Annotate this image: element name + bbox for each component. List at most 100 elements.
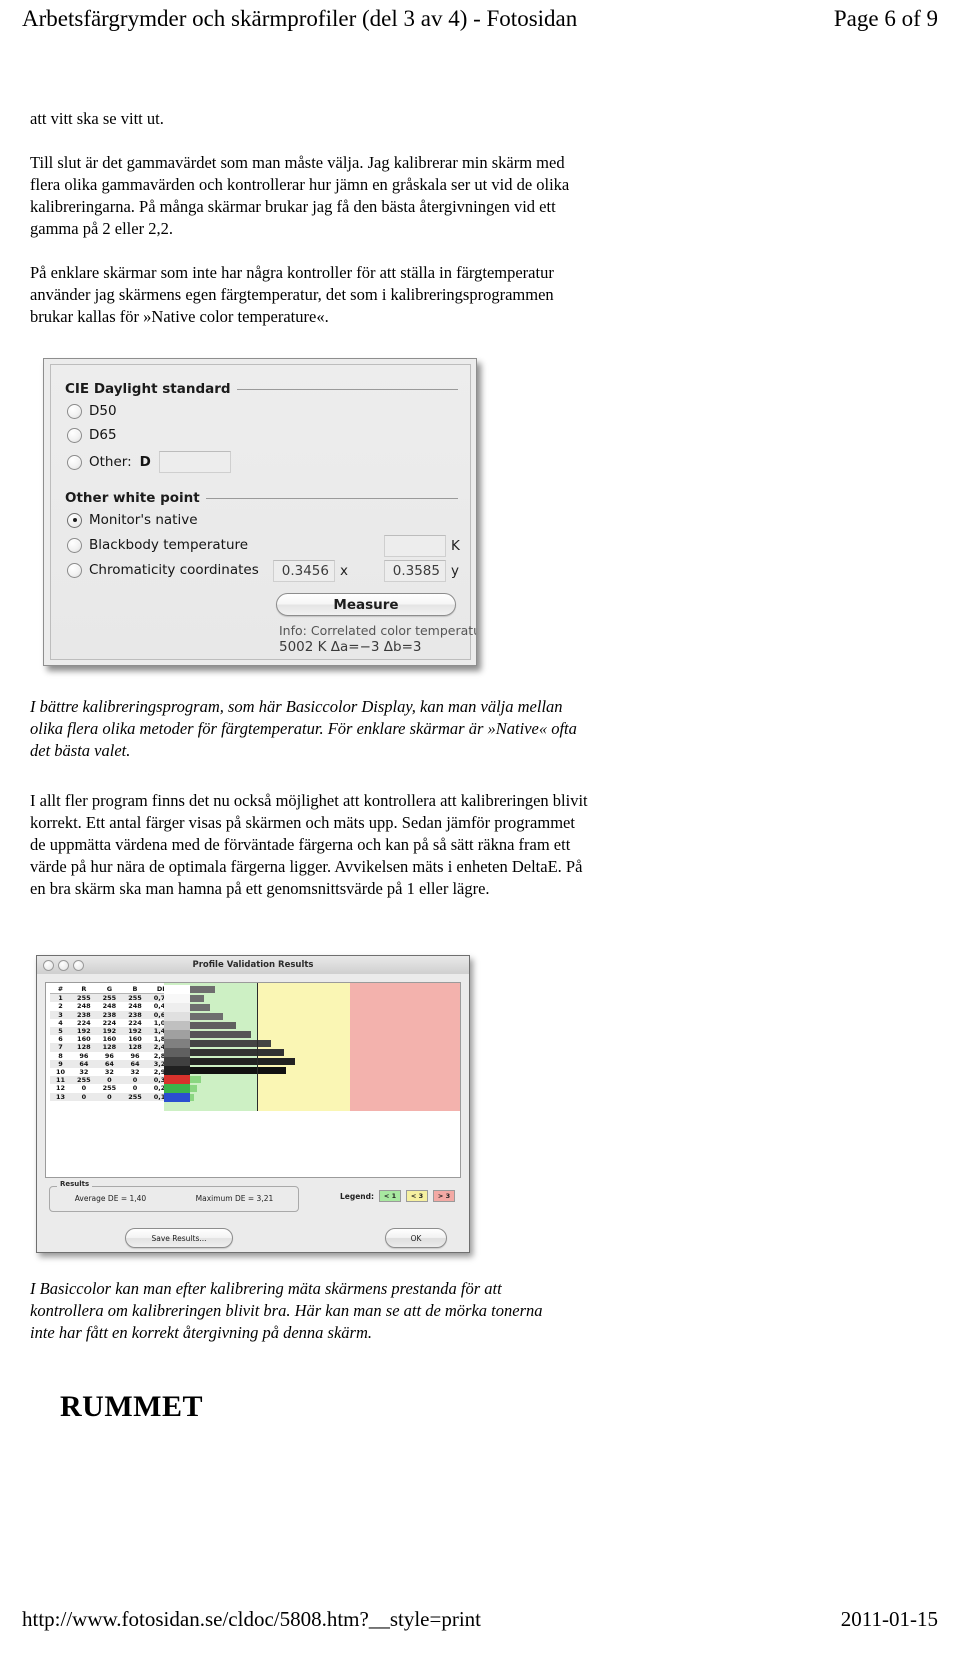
patch-6 (164, 1030, 190, 1039)
page-header: Arbetsfärgrymder och skärmprofiler (del … (0, 0, 960, 56)
legend-chip-under-1: < 1 (379, 1190, 401, 1202)
other-daylight-input[interactable] (158, 451, 231, 473)
patch-12 (164, 1084, 190, 1093)
validation-table: # R G B DE 1 255 255 255 0,76 2 248 248 248 0,42… (50, 985, 176, 1101)
window-titlebar[interactable]: Profile Validation Results (37, 956, 469, 975)
bar-5 (190, 1022, 236, 1029)
measure-button[interactable]: Measure (276, 593, 456, 616)
table-row: 12 0 255 0 0,21 (56, 1084, 170, 1093)
chromaticity-x-input[interactable]: 0.3456 (273, 560, 335, 582)
screenshot-basiccolor-whitepoint: CIE Daylight standard D50 D65 Other: D O… (43, 358, 477, 666)
group-rule (236, 388, 458, 390)
group-cie-daylight-label: CIE Daylight standard (65, 381, 231, 397)
table-row: 13 0 0 255 0,11 (50, 1092, 176, 1101)
radio-icon-d65[interactable] (67, 427, 82, 443)
other-prefix-label: D (139, 454, 151, 470)
band-yellow (257, 983, 350, 1111)
window-title: Profile Validation Results (192, 960, 314, 970)
bar-3 (190, 1004, 210, 1011)
patch-1 (164, 985, 190, 994)
patch-5 (164, 1021, 190, 1030)
radio-icon-other[interactable] (67, 454, 82, 470)
bar-7 (190, 1040, 271, 1047)
printed-page: Arbetsfärgrymder och skärmprofiler (del … (0, 0, 960, 1654)
bar-13 (190, 1094, 194, 1101)
dialog-body: CIE Daylight standard D50 D65 Other: D O… (50, 364, 476, 660)
group-cie-daylight: CIE Daylight standard (65, 381, 458, 397)
radio-row-d50[interactable]: D50 (67, 403, 117, 419)
figure-profile-validation: Profile Validation Results # R G B DE 1 … (36, 955, 476, 1260)
radio-icon-monitors-native[interactable] (67, 512, 82, 528)
blackbody-temperature-input[interactable] (384, 535, 446, 557)
col-g: G (96, 985, 123, 995)
radio-row-blackbody[interactable]: Blackbody temperature (67, 537, 248, 553)
radio-row-other[interactable]: Other: D (67, 451, 231, 473)
patch-7 (164, 1039, 190, 1048)
patch-8 (164, 1048, 190, 1057)
table-row: 1 255 255 255 0,76 (50, 993, 176, 1003)
table-row: 3 238 238 238 0,61 (50, 1010, 176, 1019)
paragraph-3: På enklare skärmar som inte har några ko… (30, 262, 554, 326)
bar-2 (190, 995, 204, 1002)
results-values: Average DE = 1,40 Maximum DE = 3,21 (50, 1194, 298, 1203)
ok-button[interactable]: OK (385, 1228, 447, 1248)
chromaticity-y-wrap: 0.3585 y (384, 560, 459, 582)
header-document-title: Arbetsfärgrymder och skärmprofiler (del … (22, 6, 578, 31)
table-row: 5 192 192 192 1,41 (50, 1027, 176, 1036)
info-correlated-color-temperature: Info: Correlated color temperature (279, 623, 477, 638)
radio-icon-blackbody[interactable] (67, 537, 82, 553)
blackbody-unit-label: K (451, 538, 460, 554)
col-index: # (50, 985, 72, 995)
radio-label-blackbody: Blackbody temperature (89, 537, 249, 553)
article-content: att vitt ska se vitt ut. Till slut är de… (30, 108, 590, 350)
close-icon[interactable] (43, 959, 54, 971)
article-content-3: I Basiccolor kan man efter kalibrering m… (30, 1278, 570, 1366)
screenshot-profile-validation-window: Profile Validation Results # R G B DE 1 … (36, 955, 470, 1253)
table-header-row: # R G B DE (50, 985, 176, 995)
minimize-icon[interactable] (58, 959, 69, 971)
article-content-2: I bättre kalibreringsprogram, som här Ba… (30, 696, 590, 922)
figure-white-point-dialog: CIE Daylight standard D50 D65 Other: D O… (40, 355, 480, 670)
legend-label: Legend: (339, 1191, 374, 1201)
blackbody-field-wrap: K (384, 535, 460, 557)
footer-url[interactable]: http://www.fotosidan.se/cldoc/5808.htm?_… (22, 1607, 481, 1632)
patch-2 (164, 994, 190, 1003)
bar-12 (190, 1085, 197, 1092)
patch-13 (164, 1093, 190, 1102)
table-row: 6 160 160 160 1,86 (58, 1035, 170, 1044)
chromaticity-x-wrap: 0.3456 x (273, 560, 348, 582)
patch-3 (164, 1003, 190, 1012)
table-row: 2 248 248 248 0,42 (58, 1002, 170, 1011)
paragraph-1: att vitt ska se vitt ut. (30, 109, 164, 128)
zoom-icon[interactable] (73, 959, 84, 971)
radio-label-d65: D65 (89, 427, 117, 443)
patch-4 (164, 1012, 190, 1021)
radio-label-chromaticity: Chromaticity coordinates (89, 562, 259, 578)
radio-icon-chromaticity[interactable] (67, 562, 82, 578)
patch-11 (164, 1075, 190, 1084)
window-controls[interactable] (43, 959, 84, 971)
header-page-number: Page 6 of 9 (833, 6, 938, 31)
validation-results-panel: # R G B DE 1 255 255 255 0,76 2 248 248 248 0,42… (45, 982, 461, 1178)
col-r: R (71, 985, 97, 995)
chromaticity-y-input[interactable]: 0.3585 (384, 560, 446, 582)
table-row: 4 224 224 224 1,01 (58, 1018, 170, 1027)
bar-11 (190, 1076, 201, 1083)
col-b: B (122, 985, 148, 995)
chromaticity-y-unit-label: y (451, 563, 459, 579)
bar-1 (190, 986, 215, 993)
footer-date: 2011-01-15 (840, 1607, 938, 1631)
radio-label-other: Other: (89, 454, 132, 470)
legend-chip-over-3: > 3 (433, 1190, 455, 1202)
paragraph-4: I allt fler program finns det nu också m… (30, 790, 588, 898)
radio-row-d65[interactable]: D65 (67, 427, 117, 443)
threshold-line (257, 983, 258, 1111)
average-de-label: Average DE = 1,40 (74, 1194, 147, 1203)
radio-row-chromaticity[interactable]: Chromaticity coordinates (67, 562, 259, 578)
bar-4 (190, 1013, 223, 1020)
results-group-box: Average DE = 1,40 Maximum DE = 3,21 (49, 1186, 299, 1212)
radio-row-monitors-native[interactable]: Monitor's native (67, 512, 198, 528)
radio-label-monitors-native: Monitor's native (89, 512, 198, 528)
radio-icon-d50[interactable] (67, 403, 82, 419)
save-results-button[interactable]: Save Results... (125, 1228, 233, 1248)
